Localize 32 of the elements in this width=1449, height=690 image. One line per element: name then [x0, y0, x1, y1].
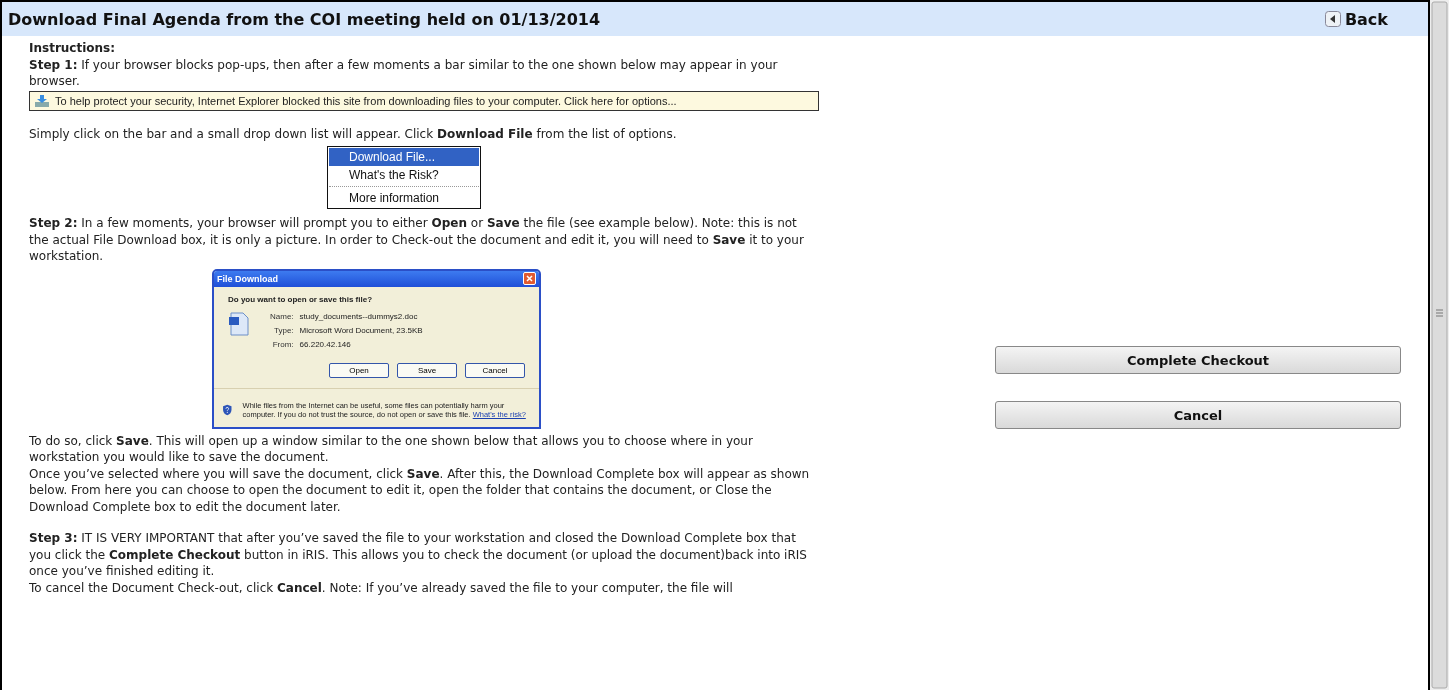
- dialog-button[interactable]: Cancel: [465, 362, 525, 378]
- back-button[interactable]: Back: [1324, 9, 1388, 29]
- close-icon: [526, 275, 533, 282]
- dialog-button[interactable]: Open: [329, 362, 389, 378]
- field-label: Type:: [273, 325, 294, 335]
- download-icon: [34, 93, 50, 108]
- close-button[interactable]: [523, 272, 536, 285]
- instruction-paragraph: Step 1: If your browser blocks pop-ups, then after a few moments a bar similar to the one shown below may appear in your browser.: [29, 56, 779, 90]
- field-label: From:: [271, 339, 294, 349]
- dialog-button[interactable]: Save: [397, 362, 457, 378]
- field-value: 66.220.42.146: [299, 339, 352, 349]
- menu-item[interactable]: What's the Risk?: [329, 166, 479, 184]
- field-value: study_documents--dummys2.doc: [299, 311, 419, 321]
- menu-item[interactable]: More information: [329, 189, 479, 207]
- instruction-paragraph: To cancel the Document Check-out, click Cancel. Note: If you’ve already saved the file to your computer, the file will: [29, 579, 734, 596]
- action-button[interactable]: Cancel: [995, 401, 1401, 429]
- instruction-paragraph: Step 3: IT IS VERY IMPORTANT that after you’ve saved the file to your workstation and closed the Download Complete box that you click the Complete Checkout button in iRIS. This allows you to check the document (or upload the document)back into iRIS once you’ve finished editing it.: [29, 530, 808, 580]
- menu-item[interactable]: Download File...: [329, 148, 479, 166]
- scrollbar[interactable]: [1430, 0, 1449, 690]
- instruction-paragraph: To do so, click Save. This will open up a window similar to the one shown below that allows you to choose where in your workstation you would like to save the document.: [29, 432, 754, 466]
- instruction-paragraph: Step 2: In a few moments, your browser will prompt you to either Open or Save the file (see example below). Note: this is not the actual File Download box, it is only a picture. In order to Check-out the document and edit it, you will need to Save it to your workstation.: [29, 215, 805, 265]
- dialog-question: Do you want to open or save this file?: [227, 293, 373, 306]
- instructions-heading: Instructions:: [29, 40, 117, 57]
- bar-message: To help protect your security, Internet Explorer blocked this site from downloading files to your computer. Click here for options...: [55, 94, 677, 107]
- instruction-paragraph: Once you’ve selected where you will save the document, click Save. After this, the Download Complete box will appear as shown below. From here you can choose to open the document to edit it, open the folder that contains the document, or Close the Download Complete box to edit the document later.: [29, 465, 811, 515]
- page-title: Download Final Agenda from the COI meeting held on 01/13/2014: [8, 9, 601, 29]
- dialog-title: File Download: [217, 273, 278, 284]
- field-label: Name:: [270, 311, 294, 321]
- document-icon: [228, 311, 250, 336]
- action-button[interactable]: Complete Checkout: [995, 346, 1401, 374]
- instruction-paragraph: Simply click on the bar and a small drop down list will appear. Click Download File from the list of options.: [29, 125, 678, 142]
- field-value: Microsoft Word Document, 23.5KB: [299, 325, 423, 335]
